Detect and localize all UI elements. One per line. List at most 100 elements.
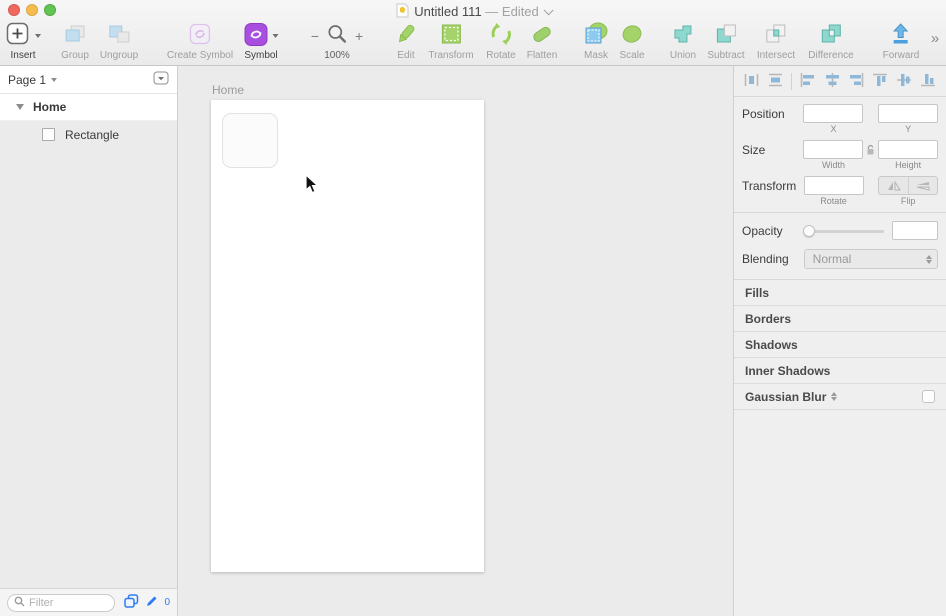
- flatten-button[interactable]: Flatten: [527, 22, 557, 61]
- gaussian-blur-label: Gaussian Blur: [745, 389, 827, 404]
- disclosure-triangle-icon[interactable]: [16, 104, 24, 110]
- page-selector[interactable]: Page 1: [0, 66, 177, 94]
- search-icon: [14, 596, 25, 610]
- align-right-icon[interactable]: [848, 72, 865, 91]
- filter-input[interactable]: [29, 596, 99, 609]
- filter-field[interactable]: [7, 593, 115, 612]
- inner-shadows-section-header[interactable]: Inner Shadows: [734, 358, 946, 384]
- slider-thumb[interactable]: [803, 224, 816, 237]
- width-input[interactable]: [803, 140, 864, 159]
- width-label: Width: [822, 160, 846, 170]
- canvas[interactable]: Home: [178, 66, 733, 616]
- flip-label: Flip: [900, 196, 916, 206]
- toolbar-overflow-button[interactable]: »: [931, 30, 939, 47]
- shadows-label: Shadows: [745, 337, 798, 352]
- scale-button[interactable]: Scale: [619, 22, 645, 61]
- lock-aspect-icon[interactable]: [863, 144, 878, 156]
- union-icon: [670, 21, 696, 50]
- intersect-label: Intersect: [756, 50, 796, 61]
- size-label: Size: [742, 142, 766, 157]
- symbol-dropdown-caret-icon: [272, 33, 279, 38]
- opacity-input[interactable]: [892, 221, 938, 240]
- flip-horizontal-button[interactable]: [879, 177, 909, 194]
- geometry-section: Position X Y Size Width Height Transform…: [734, 97, 946, 213]
- group-button[interactable]: Group: [61, 22, 89, 61]
- create-symbol-button[interactable]: Create Symbol: [167, 22, 233, 61]
- fills-section-header[interactable]: Fills: [734, 280, 946, 306]
- layers-sidebar: Page 1 Home Rectangle Filter 0: [0, 66, 178, 616]
- height-input[interactable]: [878, 140, 938, 159]
- rotate-input[interactable]: [803, 176, 864, 195]
- align-left-icon[interactable]: [799, 72, 816, 91]
- forward-button[interactable]: Forward: [883, 21, 919, 61]
- page-chevron-down-icon: [51, 77, 58, 82]
- select-stepper-icon: [926, 254, 932, 264]
- blending-label: Blending: [742, 252, 789, 266]
- position-y-input[interactable]: [878, 104, 938, 123]
- align-bottom-icon[interactable]: [920, 72, 937, 91]
- group-label: Group: [61, 50, 89, 61]
- document-title: Untitled 111: [414, 4, 482, 19]
- artboard-home[interactable]: [211, 100, 484, 572]
- union-button[interactable]: Union: [670, 22, 696, 61]
- layer-item-rectangle[interactable]: Rectangle: [0, 121, 177, 148]
- artboard-title[interactable]: Home: [212, 83, 244, 97]
- inner-shadows-label: Inner Shadows: [745, 363, 831, 378]
- ungroup-button[interactable]: Ungroup: [100, 22, 138, 61]
- gaussian-blur-section-header[interactable]: Gaussian Blur: [734, 384, 946, 410]
- layer-item-home[interactable]: Home: [0, 94, 177, 121]
- edited-label[interactable]: — Edited: [485, 4, 538, 19]
- transform-button[interactable]: Transform: [428, 22, 474, 61]
- rotate-label: Rotate: [820, 196, 847, 206]
- rotate-label: Rotate: [486, 50, 516, 61]
- badge-count: 0: [164, 597, 170, 608]
- y-axis-label: Y: [905, 124, 912, 134]
- zoom-out-button[interactable]: −: [311, 28, 319, 44]
- magnifier-icon: [326, 23, 348, 48]
- layer-name: Rectangle: [65, 127, 120, 142]
- difference-label: Difference: [808, 50, 854, 61]
- zoom-control: − + 100%: [311, 22, 363, 61]
- page-list-toggle-button[interactable]: [153, 71, 169, 88]
- scale-icon: [619, 21, 645, 50]
- height-label: Height: [895, 160, 922, 170]
- align-center-horizontal-icon[interactable]: [824, 72, 841, 91]
- opacity-slider[interactable]: [803, 224, 884, 237]
- edit-button[interactable]: Edit: [393, 22, 419, 61]
- symbol-button[interactable]: Symbol: [244, 22, 279, 61]
- difference-button[interactable]: Difference: [808, 22, 854, 61]
- insert-button[interactable]: Insert: [5, 22, 41, 61]
- align-middle-vertical-icon[interactable]: [896, 72, 913, 91]
- create-symbol-label: Create Symbol: [166, 50, 234, 61]
- position-x-input[interactable]: [803, 104, 864, 123]
- intersect-button[interactable]: Intersect: [757, 22, 795, 61]
- gaussian-blur-checkbox[interactable]: [922, 390, 935, 403]
- rectangle-shape[interactable]: [222, 113, 278, 168]
- pencil-badge-icon[interactable]: [145, 595, 158, 611]
- borders-section-header[interactable]: Borders: [734, 306, 946, 332]
- divider: [791, 72, 793, 90]
- blending-select[interactable]: Normal: [803, 249, 938, 269]
- flip-vertical-button[interactable]: [909, 177, 937, 194]
- align-top-icon[interactable]: [872, 72, 889, 91]
- subtract-icon: [713, 21, 739, 50]
- blur-type-stepper-icon[interactable]: [831, 392, 838, 401]
- layer-name: Home: [33, 100, 67, 114]
- distribute-horizontally-icon[interactable]: [743, 72, 760, 91]
- toolbar: Untitled 111 — Edited Insert Group Ungro…: [0, 0, 946, 66]
- edit-label: Edit: [397, 50, 415, 61]
- duplicate-pages-icon[interactable]: [124, 594, 139, 611]
- rotate-button[interactable]: Rotate: [486, 22, 516, 61]
- distribute-vertically-icon[interactable]: [767, 72, 784, 91]
- create-symbol-icon: [188, 22, 212, 49]
- zoom-in-button[interactable]: +: [355, 28, 363, 44]
- subtract-button[interactable]: Subtract: [707, 21, 745, 61]
- symbol-icon: [244, 22, 269, 50]
- borders-label: Borders: [745, 311, 792, 326]
- window-title: Untitled 111 — Edited: [0, 3, 946, 21]
- forward-arrow-icon: [888, 21, 914, 50]
- shadows-section-header[interactable]: Shadows: [734, 332, 946, 358]
- page-name: Page 1: [8, 72, 47, 87]
- mask-button[interactable]: Mask: [583, 22, 609, 61]
- zoom-level[interactable]: 100%: [324, 50, 350, 61]
